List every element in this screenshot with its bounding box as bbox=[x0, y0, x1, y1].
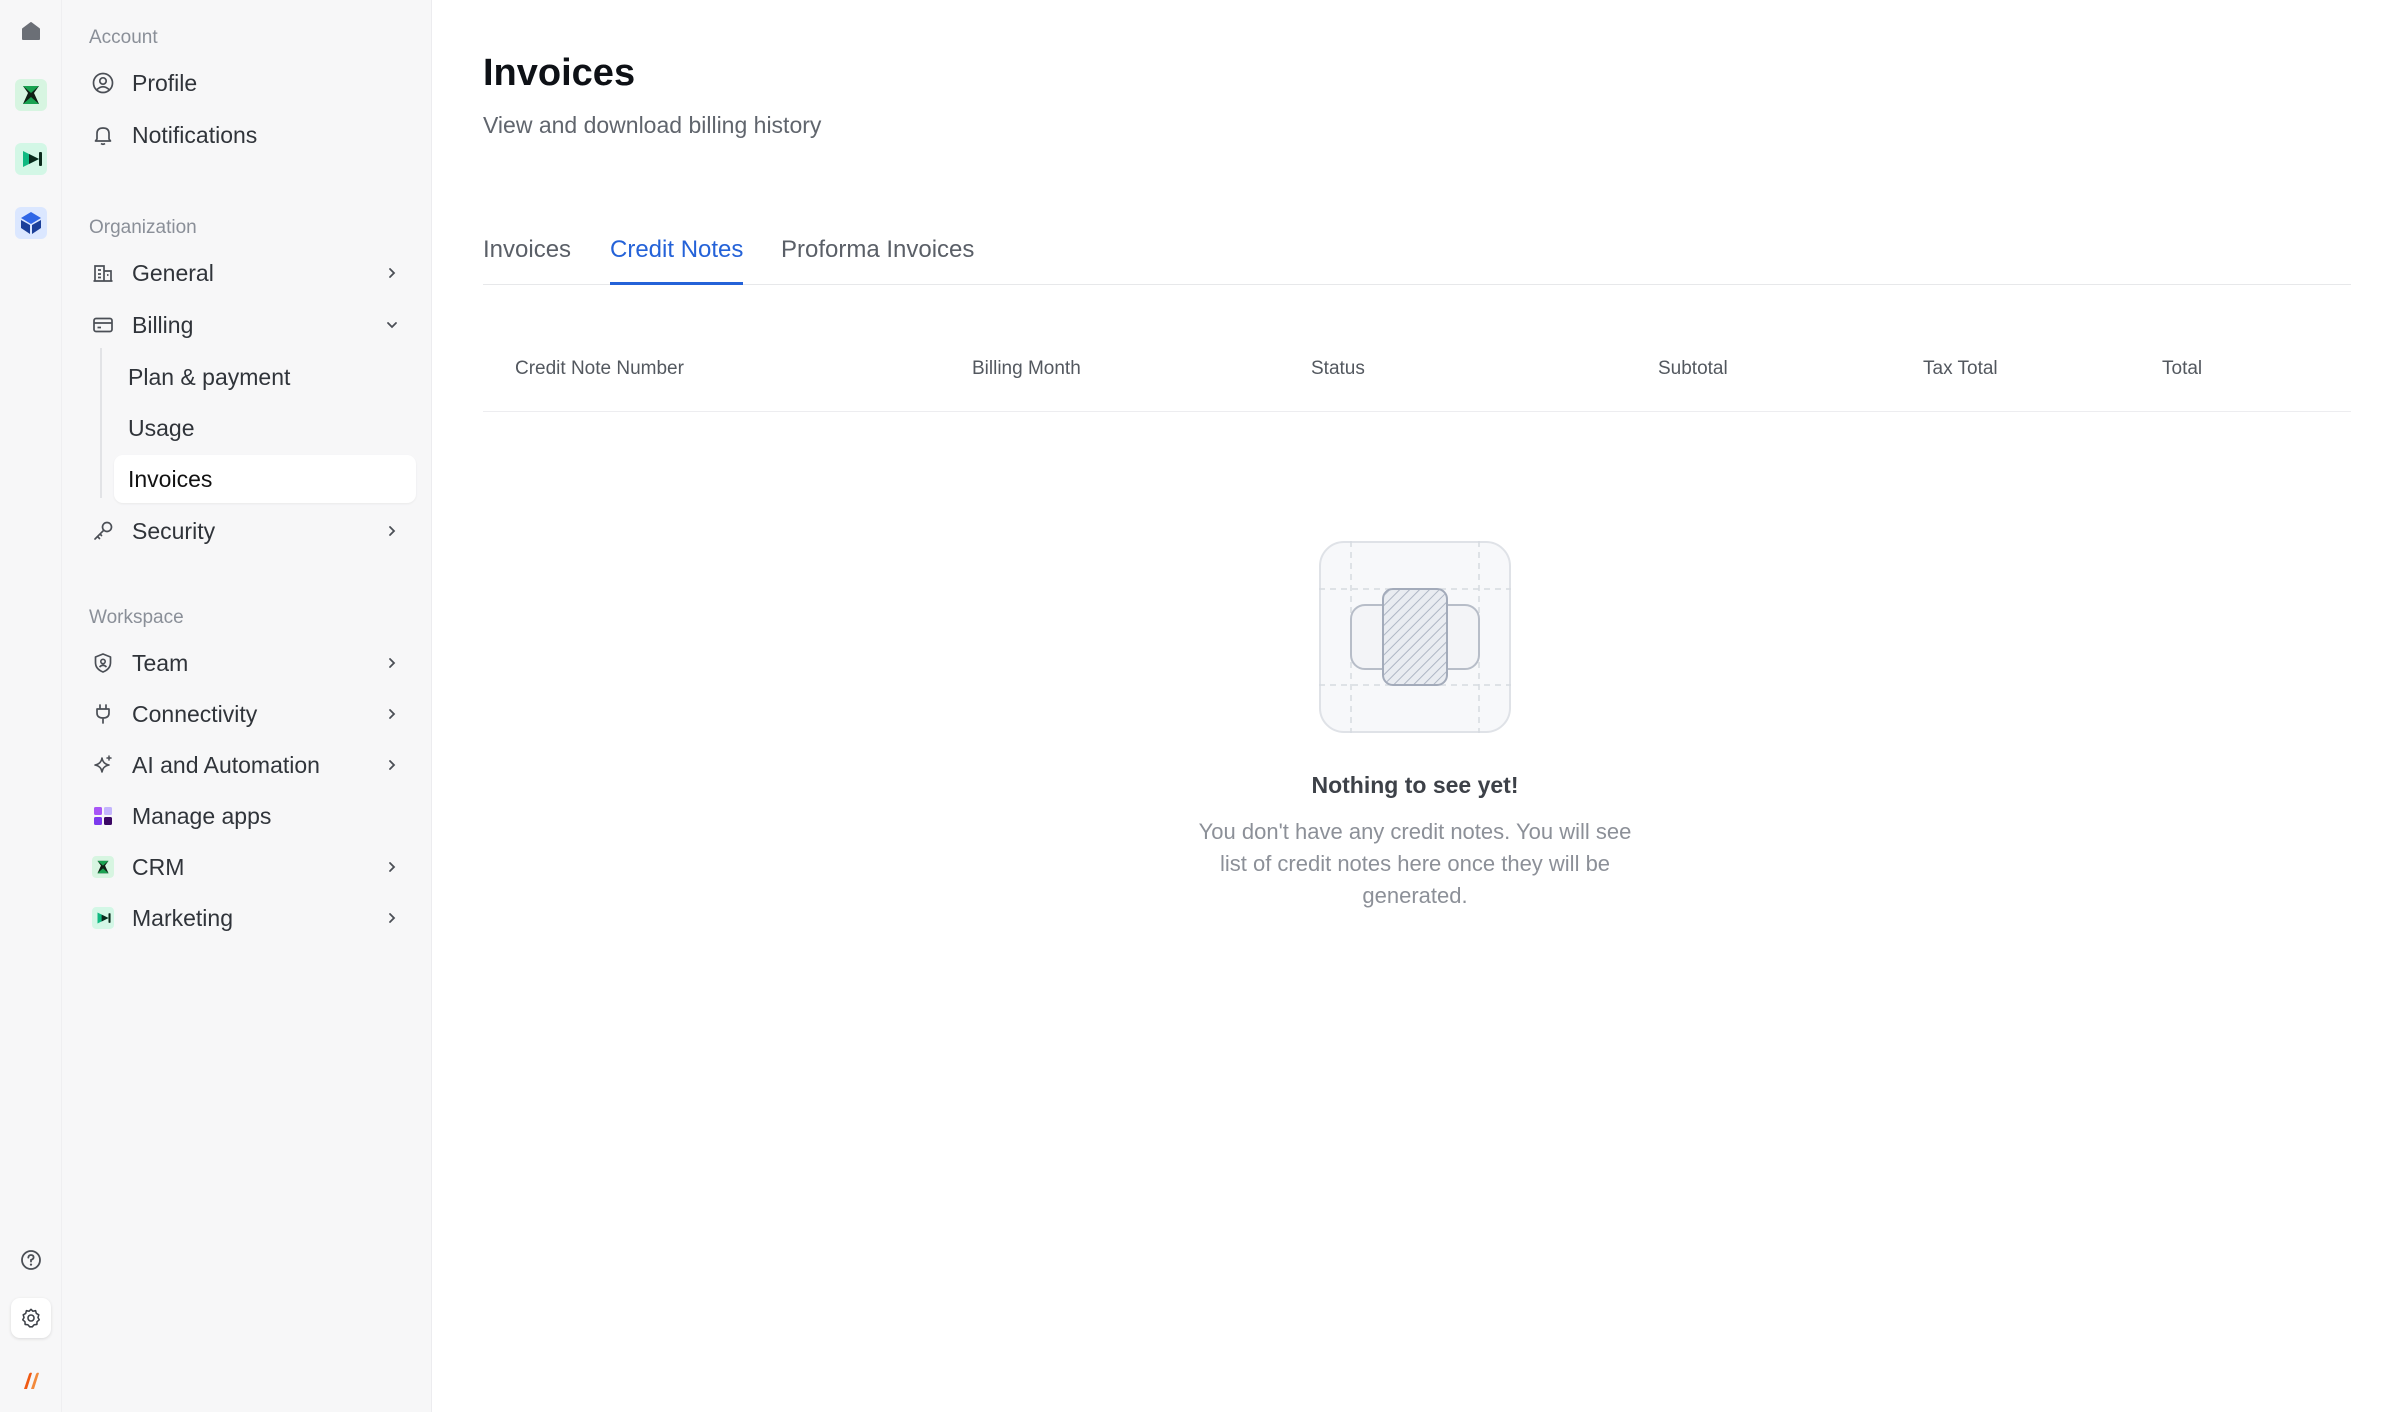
page-subtitle: View and download billing history bbox=[483, 112, 822, 138]
chevron-right-icon bbox=[382, 263, 402, 283]
sidebar-item-label: Connectivity bbox=[132, 700, 258, 727]
invoice-tabs: Invoices Credit Notes Proforma Invoices bbox=[483, 232, 2351, 285]
tab-invoices[interactable]: Invoices bbox=[483, 236, 571, 285]
sidebar-item-marketing[interactable]: Marketing bbox=[84, 894, 416, 942]
sidebar-item-crm[interactable]: CRM bbox=[84, 843, 416, 891]
section-label-organization: Organization bbox=[89, 217, 197, 238]
sidebar-item-security[interactable]: Security bbox=[84, 507, 416, 555]
user-circle-icon bbox=[90, 70, 116, 96]
table-header: Credit Note Number Billing Month Status … bbox=[483, 336, 2351, 412]
apps-grid-icon bbox=[90, 803, 116, 829]
brand-logo-icon[interactable] bbox=[11, 1361, 51, 1401]
column-header-subtotal[interactable]: Subtotal bbox=[1658, 358, 1728, 380]
sidebar-subitem-invoices[interactable]: Invoices bbox=[114, 455, 416, 503]
column-header-tax-total[interactable]: Tax Total bbox=[1923, 358, 1998, 380]
sidebar-item-label: Profile bbox=[132, 69, 198, 96]
home-icon[interactable] bbox=[11, 11, 51, 51]
page-title: Invoices bbox=[483, 52, 636, 94]
tab-credit-notes[interactable]: Credit Notes bbox=[610, 236, 744, 285]
chevron-right-icon bbox=[382, 755, 402, 775]
settings-icon[interactable] bbox=[11, 1298, 51, 1338]
building-icon bbox=[90, 260, 116, 286]
submenu-guide-line bbox=[100, 348, 102, 498]
sidebar-item-profile[interactable]: Profile bbox=[84, 59, 416, 107]
sidebar-item-billing[interactable]: Billing bbox=[84, 301, 416, 349]
marketing-app-icon[interactable] bbox=[11, 139, 51, 179]
workspace-app-icon[interactable] bbox=[11, 203, 51, 243]
column-header-credit-note-number[interactable]: Credit Note Number bbox=[515, 358, 684, 380]
app-rail bbox=[0, 0, 62, 1412]
sidebar-item-label: AI and Automation bbox=[132, 751, 320, 778]
sidebar-item-manage-apps[interactable]: Manage apps bbox=[84, 792, 416, 840]
sidebar-item-notifications[interactable]: Notifications bbox=[84, 111, 416, 159]
chevron-right-icon bbox=[382, 653, 402, 673]
main-content: Invoices View and download billing histo… bbox=[432, 0, 2400, 1412]
sparkles-icon bbox=[90, 752, 116, 778]
sidebar-item-label: Marketing bbox=[132, 904, 233, 931]
marketing-app-icon bbox=[90, 905, 116, 931]
chevron-right-icon bbox=[382, 857, 402, 877]
settings-sidebar: Account Profile Notifications Organizati… bbox=[62, 0, 432, 1412]
credit-card-icon bbox=[90, 312, 116, 338]
sidebar-item-label: Notifications bbox=[132, 121, 258, 148]
sidebar-item-team[interactable]: Team bbox=[84, 639, 416, 687]
shield-icon bbox=[90, 650, 116, 676]
sidebar-item-label: Team bbox=[132, 649, 189, 676]
sidebar-item-label: CRM bbox=[132, 853, 185, 880]
help-icon[interactable] bbox=[11, 1240, 51, 1280]
sidebar-item-label: Security bbox=[132, 517, 216, 544]
sidebar-subitem-plan-payment[interactable]: Plan & payment bbox=[114, 353, 416, 401]
column-header-billing-month[interactable]: Billing Month bbox=[972, 358, 1081, 380]
empty-state-description: You don't have any credit notes. You wil… bbox=[1198, 819, 1632, 908]
chevron-down-icon bbox=[382, 315, 402, 335]
sidebar-item-connectivity[interactable]: Connectivity bbox=[84, 690, 416, 738]
chevron-right-icon bbox=[382, 521, 402, 541]
sidebar-item-ai-automation[interactable]: AI and Automation bbox=[84, 741, 416, 789]
plug-icon bbox=[90, 701, 116, 727]
sidebar-item-label: Manage apps bbox=[132, 802, 272, 829]
bell-icon bbox=[90, 122, 116, 148]
section-label-workspace: Workspace bbox=[89, 607, 184, 628]
column-header-status[interactable]: Status bbox=[1311, 358, 1365, 380]
key-icon bbox=[90, 518, 116, 544]
section-label-account: Account bbox=[89, 27, 158, 48]
empty-state-illustration bbox=[1319, 541, 1511, 733]
sidebar-item-label: General bbox=[132, 259, 214, 286]
sidebar-item-general[interactable]: General bbox=[84, 249, 416, 297]
tab-proforma-invoices[interactable]: Proforma Invoices bbox=[781, 236, 974, 285]
sidebar-subitem-usage[interactable]: Usage bbox=[114, 404, 416, 452]
chevron-right-icon bbox=[382, 704, 402, 724]
column-header-total[interactable]: Total bbox=[2162, 358, 2202, 380]
crm-app-icon bbox=[90, 854, 116, 880]
empty-state-title: Nothing to see yet! bbox=[1311, 772, 1519, 798]
chevron-right-icon bbox=[382, 908, 402, 928]
crm-app-icon[interactable] bbox=[11, 75, 51, 115]
sidebar-item-label: Billing bbox=[132, 311, 194, 338]
